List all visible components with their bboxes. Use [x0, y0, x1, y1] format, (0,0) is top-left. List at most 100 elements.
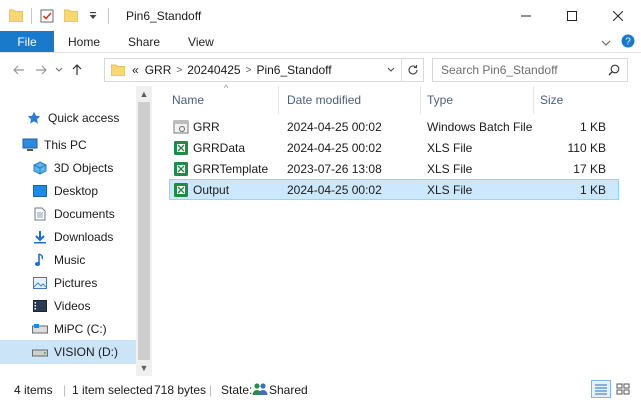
navigation-bar: « GRR > 20240425 > Pin6_Standoff Search …: [0, 54, 641, 86]
column-header-size[interactable]: Size: [534, 86, 614, 114]
back-button[interactable]: [8, 59, 30, 81]
nav-item-this-pc[interactable]: This PC: [0, 133, 136, 156]
file-size: 110 KB: [567, 141, 606, 155]
nav-scrollbar[interactable]: ▲ ▼: [136, 86, 152, 376]
tab-file[interactable]: File: [0, 31, 54, 52]
xls-file-icon: [173, 140, 189, 156]
nav-item-mipc-c[interactable]: MiPC (C:): [0, 317, 136, 340]
column-header-type[interactable]: Type: [421, 86, 534, 114]
nav-label: This PC: [44, 137, 87, 152]
forward-button[interactable]: [30, 59, 52, 81]
selected-size: 718 bytes: [154, 383, 207, 397]
file-name: GRRData: [193, 141, 246, 155]
nav-label: Music: [54, 252, 86, 267]
column-label: Date modified: [287, 93, 362, 107]
nav-item-videos[interactable]: Videos: [0, 294, 136, 317]
chevron-right-icon[interactable]: >: [174, 65, 184, 76]
forward-arrow-icon: [36, 65, 47, 75]
expand-ribbon-icon[interactable]: [601, 36, 611, 50]
properties-icon[interactable]: [39, 8, 55, 24]
chevron-down-icon: [387, 67, 395, 72]
recent-locations-button[interactable]: [52, 59, 66, 81]
file-list: Name ^ Date modified Type Size GRR 2024-…: [160, 83, 641, 376]
column-header-name[interactable]: Name ^: [166, 83, 279, 114]
file-type: Windows Batch File: [427, 120, 533, 134]
breadcrumb-20240425[interactable]: 20240425: [184, 63, 243, 77]
back-arrow-icon: [13, 65, 24, 75]
selected-count: 1 item selected: [72, 383, 153, 397]
svg-text:?: ?: [625, 37, 631, 48]
address-dropdown-button[interactable]: [381, 67, 401, 73]
nav-item-pictures[interactable]: Pictures: [0, 271, 136, 294]
file-name: Output: [193, 183, 230, 197]
up-button[interactable]: [66, 59, 88, 81]
3d-objects-icon: [32, 160, 48, 176]
nav-item-music[interactable]: Music: [0, 248, 136, 271]
breadcrumb-pin6-standoff[interactable]: Pin6_Standoff: [253, 63, 334, 77]
file-size: 1 KB: [579, 120, 606, 134]
search-input[interactable]: Search Pin6_Standoff: [441, 63, 601, 77]
large-icons-view-button[interactable]: [613, 380, 633, 398]
file-date: 2024-04-25 00:02: [287, 120, 382, 134]
status-divider: |: [63, 383, 67, 397]
file-date: 2024-04-25 00:02: [287, 141, 382, 155]
nav-item-3d-objects[interactable]: 3D Objects: [0, 156, 136, 179]
nav-item-documents[interactable]: Documents: [0, 202, 136, 225]
scrollbar-thumb[interactable]: [138, 102, 150, 360]
toolbar-divider: [108, 7, 109, 24]
file-row-grr[interactable]: GRR 2024-04-25 00:02 Windows Batch File …: [170, 117, 618, 138]
minimize-button[interactable]: [503, 0, 549, 31]
scroll-up-icon[interactable]: ▲: [136, 86, 152, 102]
tab-home[interactable]: Home: [54, 31, 114, 52]
folder-icon[interactable]: [8, 8, 24, 24]
address-bar[interactable]: « GRR > 20240425 > Pin6_Standoff: [104, 58, 424, 82]
nav-label: Downloads: [54, 229, 114, 244]
desktop-icon: [32, 183, 48, 199]
nav-item-downloads[interactable]: Downloads: [0, 225, 136, 248]
chevron-right-icon[interactable]: >: [244, 65, 254, 76]
documents-icon: [32, 206, 48, 222]
nav-item-desktop[interactable]: Desktop: [0, 179, 136, 202]
chevron-down-icon: [55, 67, 63, 72]
file-size: 17 KB: [573, 162, 606, 176]
search-box[interactable]: Search Pin6_Standoff: [432, 58, 628, 82]
nav-item-vision-d[interactable]: VISION (D:): [0, 340, 136, 364]
videos-icon: [32, 298, 48, 314]
nav-label: 3D Objects: [54, 160, 114, 175]
file-row-grrtemplate[interactable]: GRRTemplate 2023-07-26 13:08 XLS File 17…: [170, 159, 618, 180]
file-row-output[interactable]: Output 2024-04-25 00:02 XLS File 1 KB: [169, 179, 619, 200]
folder-icon: [111, 64, 125, 76]
refresh-icon: [407, 65, 418, 75]
help-icon[interactable]: ?: [621, 34, 635, 51]
tab-share[interactable]: Share: [114, 31, 174, 52]
state-label: State:: [221, 383, 253, 397]
nav-label: VISION (D:): [54, 345, 119, 359]
music-icon: [32, 252, 48, 268]
status-divider: |: [209, 383, 213, 397]
breadcrumb-grr[interactable]: GRR: [142, 63, 175, 77]
breadcrumb-overflow[interactable]: «: [129, 63, 142, 77]
maximize-button[interactable]: [549, 0, 595, 31]
file-date: 2024-04-25 00:02: [287, 183, 382, 197]
refresh-button[interactable]: [401, 59, 423, 81]
search-icon[interactable]: [601, 64, 627, 76]
star-icon: [26, 110, 42, 126]
downloads-icon: [32, 229, 48, 245]
nav-item-quick-access[interactable]: Quick access: [0, 106, 136, 129]
close-icon: [613, 10, 623, 21]
file-type: XLS File: [427, 162, 473, 176]
column-header-date[interactable]: Date modified: [281, 86, 421, 114]
nav-label: MiPC (C:): [54, 321, 107, 336]
details-view-icon: [595, 384, 607, 395]
quick-access-toolbar: [0, 7, 116, 24]
details-view-button[interactable]: [591, 380, 611, 398]
close-button[interactable]: [595, 0, 641, 31]
batch-file-icon: [173, 119, 189, 135]
pictures-icon: [32, 275, 48, 291]
customize-toolbar-icon[interactable]: [85, 8, 101, 24]
new-folder-icon[interactable]: [63, 8, 79, 24]
scroll-down-icon[interactable]: ▼: [136, 360, 152, 376]
nav-label: Pictures: [54, 275, 98, 290]
tab-view[interactable]: View: [174, 31, 228, 52]
file-row-grrdata[interactable]: GRRData 2024-04-25 00:02 XLS File 110 KB: [170, 138, 618, 159]
